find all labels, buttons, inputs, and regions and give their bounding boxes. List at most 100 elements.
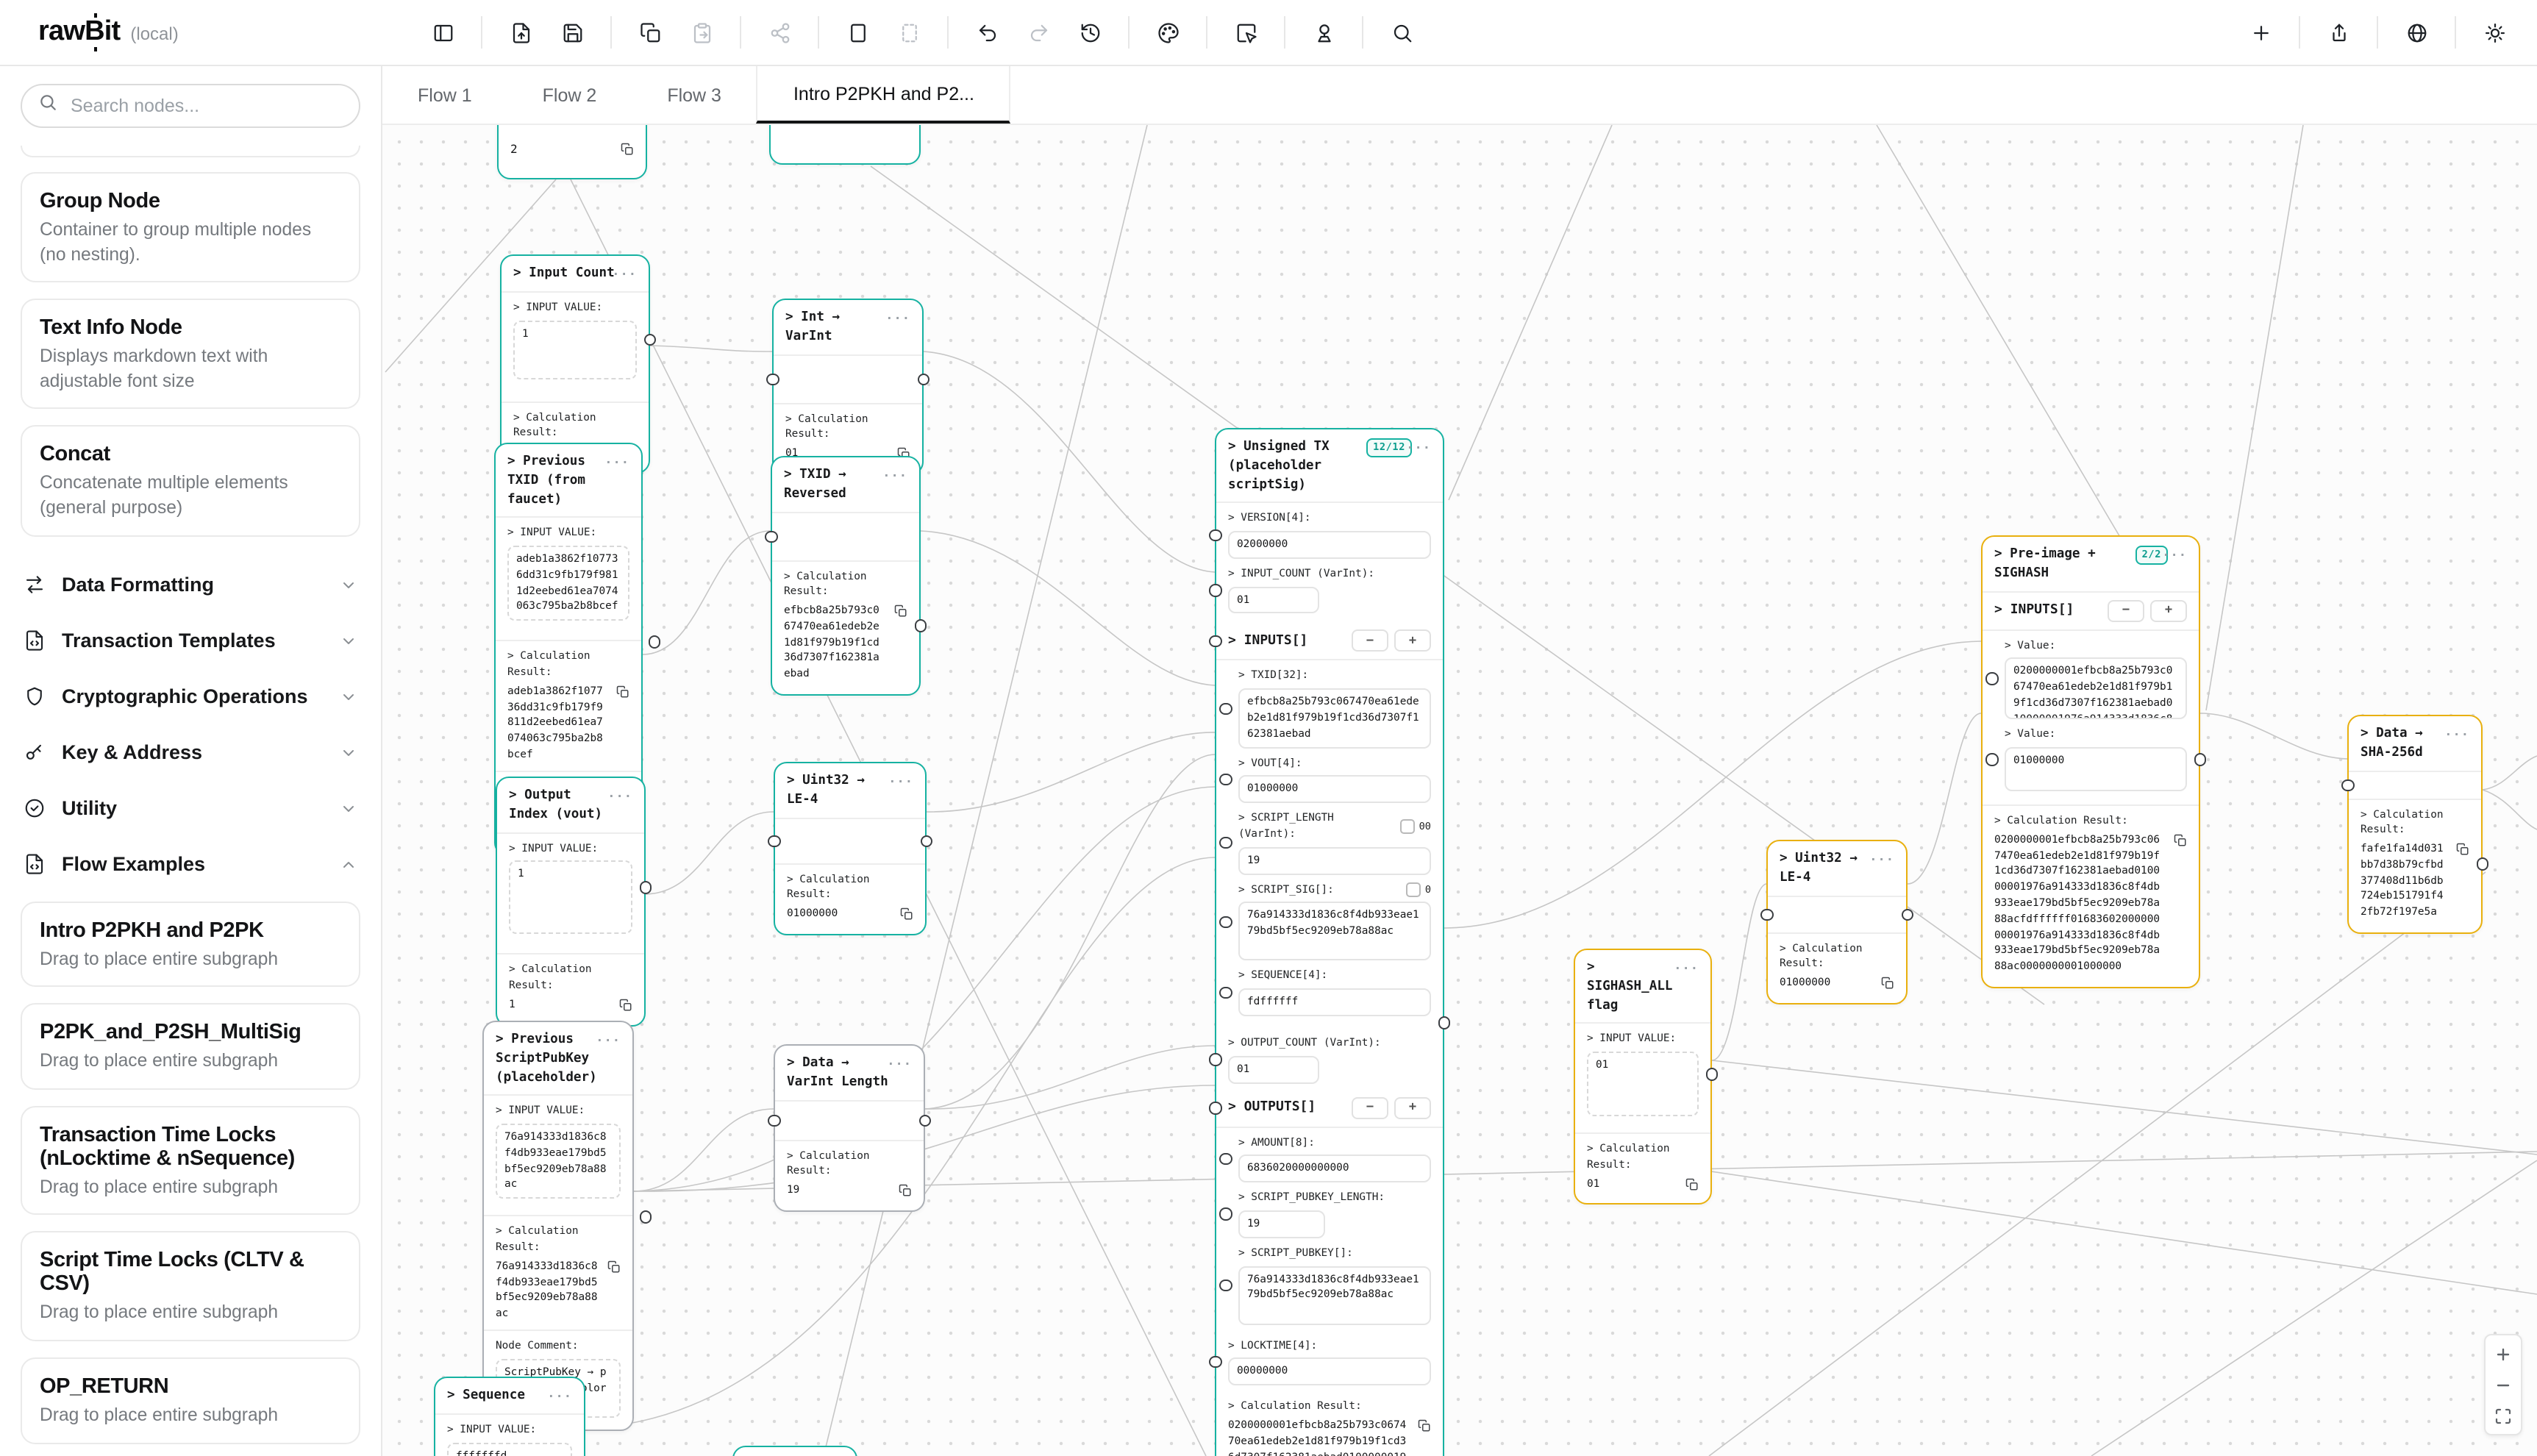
node-sighash-flag[interactable]: > SIGHASH_ALL flag...> INPUT VALUE:01> C…	[1574, 949, 1712, 1205]
output-port[interactable]	[917, 373, 929, 385]
card-group-node[interactable]: Group Node Container to group multiple n…	[21, 172, 360, 282]
tab-flow-1[interactable]: Flow 1	[382, 66, 507, 124]
output-port[interactable]	[639, 882, 652, 894]
node-int-varint[interactable]: > Int → VarInt...> Calculation Result:01	[772, 299, 924, 475]
remove-item-button[interactable]: −	[2108, 599, 2144, 621]
redo-button[interactable]	[1019, 13, 1057, 51]
input-port[interactable]	[768, 1114, 780, 1127]
copy-button[interactable]	[2174, 834, 2187, 847]
copy-button[interactable]	[900, 907, 913, 921]
input-port[interactable]	[1209, 529, 1221, 541]
node-menu-button[interactable]: ...	[2444, 724, 2469, 742]
field-input[interactable]: 01	[1228, 586, 1319, 614]
node-menu-button[interactable]: ...	[596, 1029, 621, 1048]
input-port[interactable]	[1985, 753, 1998, 766]
node-menu-button[interactable]: ...	[887, 1053, 912, 1071]
input-port[interactable]	[1209, 584, 1221, 596]
input-port[interactable]	[1209, 635, 1221, 648]
field-input[interactable]: 01000000	[1238, 776, 1431, 804]
card-transaction-time-locks[interactable]: Transaction Time Locks (nLocktime & nSeq…	[21, 1106, 360, 1216]
copy-button[interactable]	[2456, 843, 2469, 856]
card-script-time-locks[interactable]: Script Time Locks (CLTV & CSV) Drag to p…	[21, 1232, 360, 1341]
input-port[interactable]	[1219, 1153, 1232, 1166]
node-preimage-sighash[interactable]: > Pre-image + SIGHASH2/2...> INPUTS[]−+>…	[1981, 535, 2200, 988]
output-port[interactable]	[643, 333, 656, 346]
field-input[interactable]: adeb1a3862f107736dd31c9fb179f9811d2eebed…	[507, 546, 629, 621]
copy-button[interactable]	[1881, 977, 1894, 990]
copy-button[interactable]	[1685, 1177, 1699, 1191]
panel-left-button[interactable]	[424, 13, 462, 51]
input-port[interactable]	[1219, 1208, 1232, 1221]
field-input[interactable]: 01	[1587, 1052, 1699, 1116]
node-menu-button[interactable]: ...	[1869, 849, 1894, 867]
input-port[interactable]	[1219, 1279, 1232, 1291]
flow-canvas[interactable]: 2 > Input Count...> INPUT VALUE:1> Calcul…	[382, 125, 2537, 1456]
field-input[interactable]: fffffffd	[447, 1442, 572, 1456]
undo-button[interactable]	[968, 13, 1006, 51]
sun-button[interactable]	[2475, 13, 2513, 51]
field-input[interactable]: 02000000	[1228, 531, 1431, 559]
copy-button[interactable]	[607, 1260, 621, 1274]
plus-button[interactable]	[2241, 13, 2280, 51]
input-port[interactable]	[1760, 908, 1773, 921]
input-port[interactable]	[1209, 1356, 1221, 1368]
field-input[interactable]: 6836020000000000	[1238, 1155, 1431, 1183]
field-input[interactable]: 0200000001efbcb8a25b793c067470ea61edeb2e…	[2005, 658, 2187, 720]
copy-button[interactable]	[899, 1184, 912, 1197]
node-uint32-le4-2[interactable]: > Uint32 → LE-4...> Calculation Result:0…	[1766, 840, 1908, 1004]
field-input[interactable]: 76a914333d1836c8f4db933eae179bd5bf5ec920…	[1238, 1266, 1431, 1324]
field-input[interactable]: fdffffff	[1238, 988, 1431, 1016]
cursor-click-button[interactable]	[1227, 13, 1265, 51]
copy-button[interactable]	[616, 685, 629, 699]
output-port[interactable]	[2476, 858, 2488, 871]
copy-button[interactable]	[631, 13, 669, 51]
card-text-info-node[interactable]: Text Info Node Displays markdown text wi…	[21, 299, 360, 409]
node-menu-button[interactable]: ...	[547, 1385, 572, 1404]
sidebar-item-key-address[interactable]: Key & Address	[9, 724, 372, 780]
copy-button[interactable]	[621, 143, 634, 156]
input-port[interactable]	[2341, 779, 2354, 791]
input-port[interactable]	[768, 835, 780, 847]
save-button[interactable]	[553, 13, 591, 51]
node-clipped-top-left[interactable]: 2	[497, 125, 647, 179]
field-input[interactable]: 1	[509, 861, 632, 935]
zoom-out-button[interactable]	[2487, 1369, 2519, 1400]
copy-button[interactable]	[619, 999, 632, 1012]
add-item-button[interactable]: +	[1394, 1096, 1431, 1118]
history-button[interactable]	[1071, 13, 1109, 51]
output-port[interactable]	[1438, 1016, 1450, 1029]
node-menu-button[interactable]: ...	[604, 452, 629, 470]
node-clipped-bottom-mid[interactable]	[732, 1446, 857, 1456]
field-input[interactable]: 1	[513, 320, 637, 379]
sidebar-item-utility[interactable]: Utility	[9, 780, 372, 836]
add-item-button[interactable]: +	[2150, 599, 2187, 621]
field-input[interactable]: 01000000	[2005, 747, 2187, 791]
card-p2pk-p2sh-multisig[interactable]: P2PK_and_P2SH_MultiSig Drag to place ent…	[21, 1003, 360, 1089]
zoom-in-button[interactable]	[2487, 1338, 2519, 1369]
sidebar-item-cryptographic-operations[interactable]: Cryptographic Operations	[9, 668, 372, 724]
node-clipped-top-mid[interactable]	[769, 125, 921, 165]
input-port[interactable]	[765, 530, 777, 543]
node-output-index[interactable]: > Output Index (vout)...> INPUT VALUE:1>…	[496, 777, 646, 1026]
input-port[interactable]	[1219, 702, 1232, 715]
node-menu-button[interactable]: ...	[607, 785, 632, 804]
share-button[interactable]	[760, 13, 799, 51]
frame-dashed-button[interactable]	[890, 13, 928, 51]
node-menu-button[interactable]: ...	[885, 307, 910, 326]
checkbox[interactable]	[1407, 882, 1421, 897]
output-port[interactable]	[920, 835, 932, 847]
remove-item-button[interactable]: −	[1352, 630, 1388, 652]
node-menu-button[interactable]: ...	[2162, 544, 2187, 563]
output-port[interactable]	[2194, 753, 2206, 766]
output-port[interactable]	[648, 635, 660, 648]
remove-item-button[interactable]: −	[1352, 1096, 1388, 1118]
input-port[interactable]	[766, 373, 779, 385]
tab-intro-p2pkh[interactable]: Intro P2PKH and P2...	[757, 66, 1011, 124]
frame-button[interactable]	[838, 13, 877, 51]
field-input[interactable]: 76a914333d1836c8f4db933eae179bd5bf5ec920…	[496, 1124, 621, 1199]
node-uint32-le4[interactable]: > Uint32 → LE-4...> Calculation Result:0…	[774, 762, 927, 935]
card-op-return[interactable]: OP_RETURN Drag to place entire subgraph	[21, 1357, 360, 1443]
node-input-count[interactable]: > Input Count...> INPUT VALUE:1> Calcula…	[500, 254, 650, 474]
card-intro-p2pkh-p2pk[interactable]: Intro P2PKH and P2PK Drag to place entir…	[21, 901, 360, 987]
input-port[interactable]	[1219, 916, 1232, 928]
